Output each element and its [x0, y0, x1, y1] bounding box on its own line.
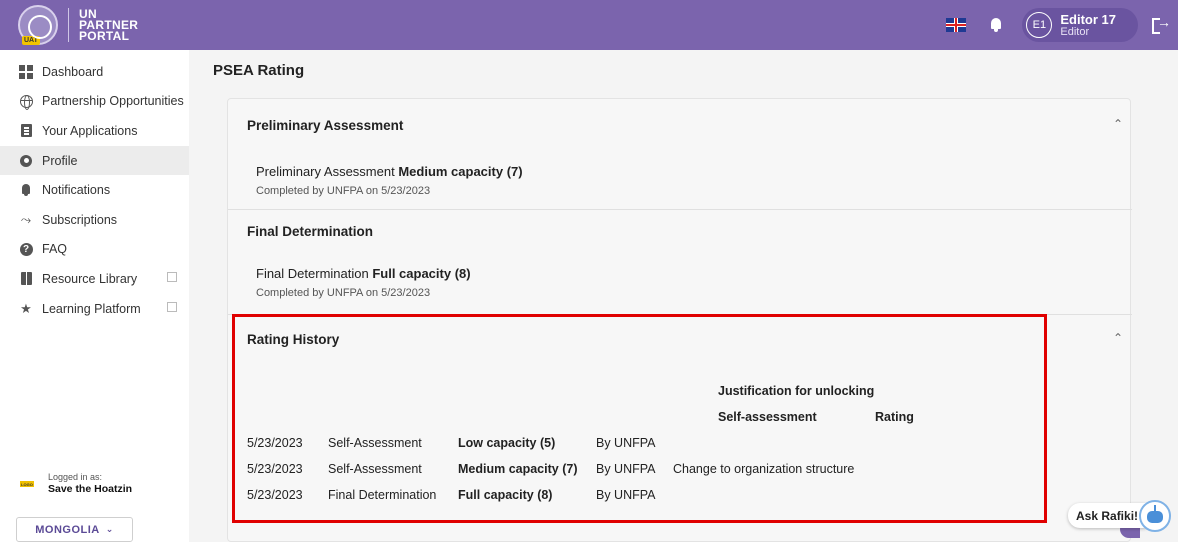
- sidebar-item-label: Partnership Opportunities: [42, 94, 184, 109]
- sidebar-item-label: Dashboard: [42, 64, 104, 79]
- sidebar-item-resource-library[interactable]: Resource Library: [0, 264, 189, 294]
- notifications-bell-icon[interactable]: [988, 17, 1004, 33]
- final-determination-title: Final Determination: [247, 224, 374, 239]
- final-determination-result: Final Determination Full capacity (8): [256, 266, 471, 281]
- user-menu[interactable]: E1 Editor 17 Editor: [1022, 8, 1138, 42]
- sidebar-item-label: Profile: [42, 153, 78, 168]
- final-determination-value: Full capacity (8): [372, 266, 471, 281]
- user-name: Editor 17: [1060, 11, 1116, 27]
- sidebar-item-dashboard[interactable]: Dashboard: [0, 57, 189, 87]
- top-bar: UAT UN PARTNER PORTAL E1 Editor 17 Edito…: [0, 0, 1178, 50]
- section-divider: [228, 209, 1132, 210]
- logout-icon[interactable]: [1152, 14, 1171, 34]
- external-link-icon: [167, 272, 177, 283]
- preliminary-assessment-title: Preliminary Assessment: [247, 118, 404, 133]
- sidebar-item-notifications[interactable]: Notifications: [0, 175, 189, 205]
- sidebar-item-label: Learning Platform: [42, 301, 141, 316]
- logged-in-info: LOGO Logged in as: Save the Hoatzin: [20, 472, 132, 496]
- preliminary-assessment-completed: Completed by UNFPA on 5/23/2023: [256, 185, 431, 197]
- collapse-history-chevron-up-icon[interactable]: ⌃: [1113, 331, 1123, 345]
- un-partner-portal-logo[interactable]: UAT UN PARTNER PORTAL: [18, 5, 138, 45]
- preliminary-assessment-value: Medium capacity (7): [398, 164, 523, 179]
- sidebar-item-subscriptions[interactable]: ⤳ Subscriptions: [0, 205, 189, 235]
- external-link-icon: [167, 301, 177, 312]
- sidebar-item-label: Resource Library: [42, 271, 138, 286]
- sidebar-item-partnership-opportunities[interactable]: Partnership Opportunities: [0, 87, 189, 117]
- rating-history-highlight: [232, 314, 1047, 523]
- un-emblem-icon: UAT: [18, 5, 58, 45]
- sidebar-item-label: Subscriptions: [42, 212, 118, 227]
- rss-feed-icon: ⤳: [20, 211, 32, 227]
- country-selector-label: MONGOLIA: [35, 523, 100, 536]
- sidebar-item-faq[interactable]: ? FAQ: [0, 235, 189, 265]
- page-title: PSEA Rating: [213, 62, 305, 79]
- clipboard-icon: [18, 123, 34, 139]
- organization-logo: LOGO: [20, 481, 34, 487]
- logo-text: UN PARTNER PORTAL: [79, 8, 138, 43]
- gear-icon: [18, 153, 34, 169]
- robot-assistant-icon[interactable]: [1139, 500, 1171, 532]
- sidebar: Dashboard Partnership Opportunities Your…: [0, 50, 189, 542]
- sidebar-item-label: Your Applications: [42, 123, 138, 138]
- avatar: E1: [1026, 12, 1053, 38]
- user-role: Editor: [1060, 25, 1090, 38]
- logged-in-organization: Save the Hoatzin: [48, 483, 133, 495]
- book-icon: [18, 271, 34, 287]
- preliminary-assessment-result: Preliminary Assessment Medium capacity (…: [256, 164, 523, 179]
- uat-badge: UAT: [22, 36, 40, 45]
- final-determination-prefix: Final Determination: [256, 266, 373, 281]
- final-determination-completed: Completed by UNFPA on 5/23/2023: [256, 287, 431, 299]
- globe-icon: [18, 93, 34, 110]
- country-selector[interactable]: MONGOLIA ⌄: [16, 517, 133, 542]
- sidebar-item-learning-platform[interactable]: ★ Learning Platform: [0, 294, 189, 324]
- sidebar-item-profile[interactable]: Profile: [0, 145, 189, 176]
- preliminary-assessment-prefix: Preliminary Assessment: [256, 164, 399, 179]
- sidebar-item-your-applications[interactable]: Your Applications: [0, 116, 189, 146]
- uk-flag-icon[interactable]: [946, 18, 967, 32]
- help-icon: ?: [18, 241, 34, 257]
- sidebar-item-label: FAQ: [42, 242, 68, 257]
- ask-rafiki-button[interactable]: Ask Rafiki!: [1068, 503, 1147, 528]
- logged-in-label: Logged in as:: [48, 472, 103, 482]
- collapse-preliminary-chevron-up-icon[interactable]: ⌃: [1113, 117, 1123, 131]
- star-icon: ★: [20, 300, 32, 316]
- user-info: Editor 17 Editor: [1060, 13, 1116, 38]
- sidebar-item-label: Notifications: [42, 183, 111, 198]
- bell-icon: [18, 182, 34, 198]
- logo-line-3: PORTAL: [79, 28, 130, 43]
- chevron-down-icon: ⌄: [105, 524, 114, 534]
- logo-divider: [68, 8, 69, 42]
- dashboard-icon: [18, 64, 34, 80]
- topbar-actions: E1 Editor 17 Editor: [946, 0, 1178, 50]
